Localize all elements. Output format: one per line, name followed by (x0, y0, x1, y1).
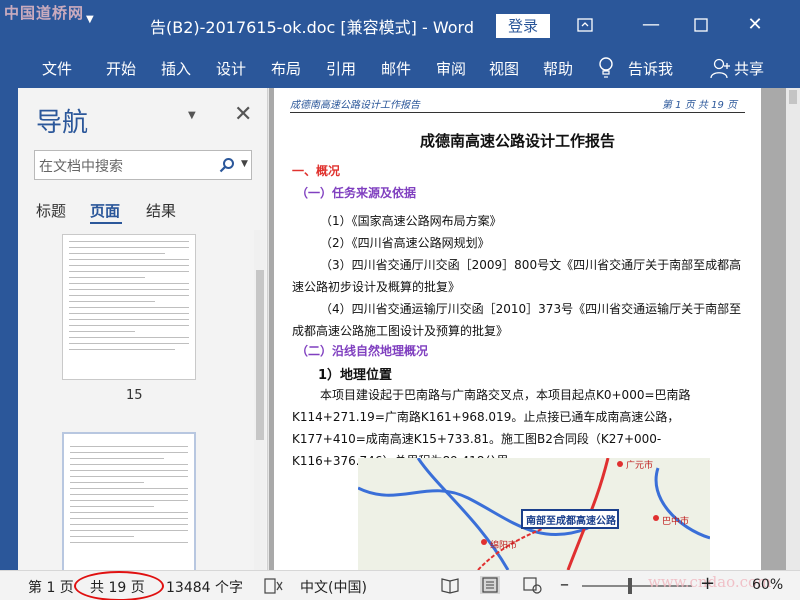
section-1-1-heading: （一）任务来源及依据 (296, 186, 417, 200)
tab-insert[interactable]: 插入 (161, 58, 191, 79)
zoom-in-button[interactable]: + (700, 573, 715, 594)
status-page[interactable]: 第 1 页 (28, 577, 74, 597)
page-header-right: 第 1 页 共 19 页 (662, 100, 737, 111)
nav-search-placeholder: 在文档中搜索 (39, 159, 123, 175)
nav-close-icon[interactable]: ✕ (234, 102, 252, 127)
share-button[interactable]: 共享 (734, 58, 764, 79)
section-1-heading: 一、概况 (292, 164, 341, 178)
tab-mailings[interactable]: 邮件 (381, 58, 411, 79)
minimize-icon[interactable]: — (636, 10, 666, 40)
tab-references[interactable]: 引用 (326, 58, 356, 79)
ribbon-display-options-icon[interactable] (570, 10, 600, 40)
section-1-2-heading: （二）沿线自然地理概况 (296, 344, 429, 358)
zoom-out-button[interactable]: – (560, 574, 569, 595)
nav-tab-headings[interactable]: 标题 (36, 200, 66, 221)
subsection-heading: 1）地理位置 (318, 368, 393, 383)
map-route-label: 南部至成都高速公路 (526, 516, 616, 527)
tab-home[interactable]: 开始 (106, 58, 136, 79)
web-layout-icon[interactable] (522, 576, 542, 594)
zoom-level[interactable]: 60% (752, 577, 783, 593)
search-dropdown-icon[interactable]: ▼ (241, 159, 248, 169)
read-mode-icon[interactable] (440, 576, 460, 594)
nav-search-input[interactable]: 在文档中搜索 ▼ (34, 150, 252, 180)
map-city-mianyang: 绵阳市 (490, 541, 518, 551)
quick-access-dropdown-icon[interactable]: ▼ (86, 14, 94, 25)
red-circle-annotation (74, 571, 164, 600)
document-scrollbar[interactable] (786, 88, 800, 570)
status-bar: 第 1 页 共 19 页 13484 个字 中文(中国) – www.cndao… (0, 570, 800, 600)
window-frame-left (0, 88, 18, 570)
active-tab-indicator (90, 222, 122, 224)
tab-help[interactable]: 帮助 (543, 58, 573, 79)
login-button[interactable]: 登录 (496, 14, 550, 38)
search-icon[interactable] (219, 157, 235, 173)
nav-tab-pages[interactable]: 页面 (90, 200, 120, 221)
nav-scrollbar[interactable] (254, 230, 266, 570)
tab-view[interactable]: 视图 (489, 58, 519, 79)
page-thumbnail-16[interactable] (62, 432, 196, 570)
document-title: 成德南高速公路设计工作报告 (419, 132, 615, 150)
maximize-icon[interactable] (686, 10, 716, 40)
nav-scrollbar-thumb[interactable] (256, 270, 264, 440)
ribbon-tabs: 文件 开始 插入 设计 布局 引用 邮件 审阅 视图 帮助 告诉我 共享 (0, 50, 800, 88)
document-scrollbar-thumb[interactable] (789, 90, 797, 104)
tab-layout[interactable]: 布局 (271, 58, 301, 79)
close-window-icon[interactable]: ✕ (740, 10, 770, 40)
map-city-guangyuan: 广元市 (626, 461, 654, 471)
document-page[interactable]: 成德南高速公路设计工作报告 第 1 页 共 19 页 成德南高速公路设计工作报告… (274, 88, 761, 570)
list-item-2: （2）《四川省高速公路网规划》 (320, 236, 490, 250)
title-bar: 中国道桥网 ▼ 告(B2)-2017615-ok.doc [兼容模式] - Wo… (0, 0, 800, 50)
status-word-count[interactable]: 13484 个字 (166, 577, 243, 597)
nav-options-icon[interactable]: ▼ (188, 110, 196, 121)
document-area: 成德南高速公路设计工作报告 第 1 页 共 19 页 成德南高速公路设计工作报告… (269, 88, 800, 570)
header-rule (290, 112, 745, 113)
page-header-left: 成德南高速公路设计工作报告 (290, 100, 420, 111)
page-thumbnails: 15 (18, 230, 254, 570)
thumbnail-page-number: 15 (126, 388, 143, 403)
print-layout-icon[interactable] (480, 576, 500, 594)
route-map-image: 南部至成都高速公路 广元市 巴中市 绵阳市 (358, 458, 710, 570)
list-item-1: （1）《国家高速公路网布局方案》 (320, 214, 502, 228)
tab-file[interactable]: 文件 (42, 58, 72, 79)
page-thumbnail-15[interactable] (62, 234, 196, 380)
proofing-icon[interactable] (264, 578, 284, 594)
window-title: 告(B2)-2017615-ok.doc [兼容模式] - Word (150, 18, 474, 37)
watermark-top: 中国道桥网 (4, 4, 85, 22)
zoom-slider-thumb[interactable] (628, 578, 632, 594)
tell-me-button[interactable]: 告诉我 (628, 58, 673, 79)
nav-title: 导航 (36, 108, 89, 138)
nav-tab-results[interactable]: 结果 (146, 200, 176, 221)
tab-review[interactable]: 审阅 (436, 58, 466, 79)
navigation-pane: 导航 ▼ ✕ 在文档中搜索 ▼ 标题 页面 结果 15 (18, 88, 268, 570)
list-item-3: （3）四川省交通厅川交函［2009］800号文《四川省交通厅关于南部至成都高速公… (292, 258, 742, 294)
share-person-icon[interactable] (710, 58, 732, 80)
tab-design[interactable]: 设计 (216, 58, 246, 79)
list-item-4: （4）四川省交通运输厅川交函［2010］373号《四川省交通运输厅关于南部至成都… (292, 302, 742, 338)
status-language[interactable]: 中文(中国) (300, 577, 367, 597)
map-city-bazhong: 巴中市 (662, 517, 690, 527)
lightbulb-icon[interactable] (598, 56, 614, 80)
